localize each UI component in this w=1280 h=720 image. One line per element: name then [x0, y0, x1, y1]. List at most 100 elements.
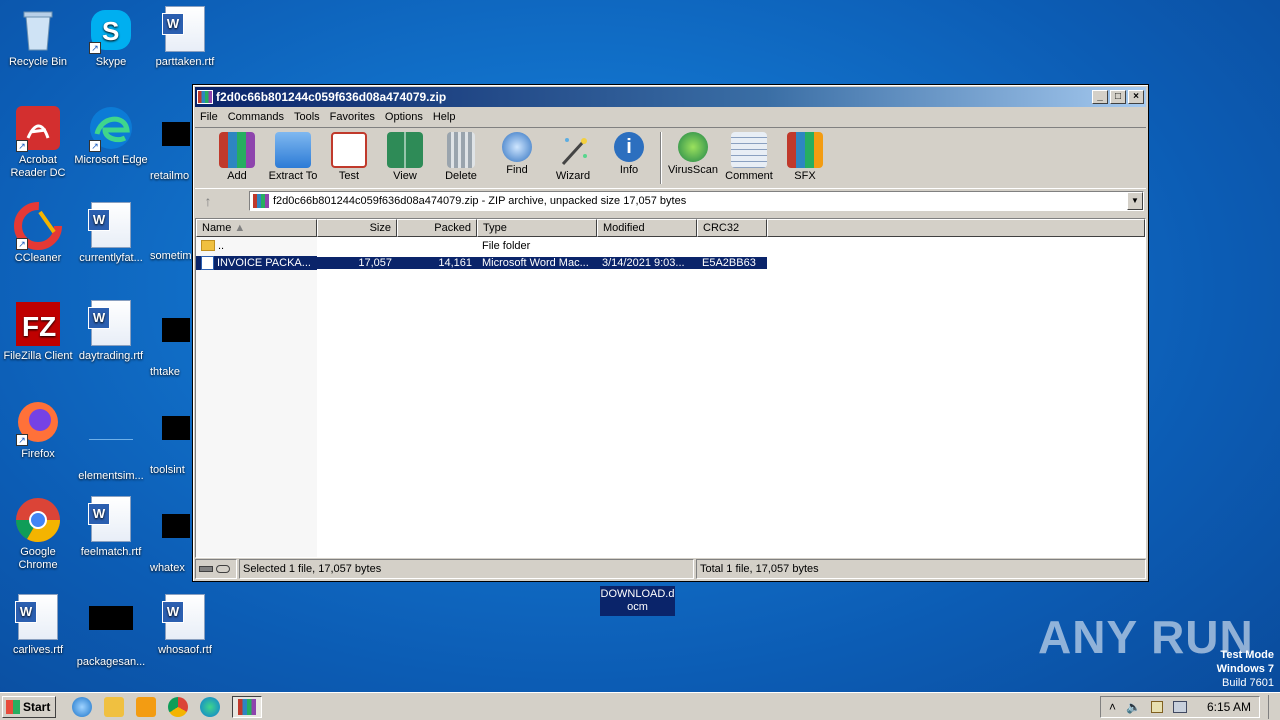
filezilla-icon: FZ: [14, 300, 62, 348]
desktop-icon-packagesan[interactable]: packagesan...: [73, 594, 149, 669]
desktop-icon-whosaof[interactable]: whosaof.rtf: [147, 594, 223, 657]
desktop-icon-recycle-bin[interactable]: Recycle Bin: [0, 6, 76, 69]
desktop-file-download-docm[interactable]: DOWNLOAD.d ocm: [600, 586, 675, 616]
word-doc-icon: [87, 300, 135, 348]
column-header-name[interactable]: Name ▲: [196, 219, 317, 237]
quick-launch: [72, 695, 262, 718]
desktop-icon-sometim[interactable]: sometim: [150, 202, 194, 263]
desktop-icon-toolsint[interactable]: toolsint: [150, 398, 194, 477]
desktop-icon-firefox[interactable]: ↗ Firefox: [0, 398, 76, 461]
desktop-icon-daytrading[interactable]: daytrading.rtf: [73, 300, 149, 363]
test-mode-line: Test Mode: [1220, 649, 1274, 661]
menu-file[interactable]: File: [195, 111, 223, 123]
desktop-icon-filezilla[interactable]: FZ FileZilla Client: [0, 300, 76, 363]
recycle-bin-icon: [14, 6, 62, 54]
blank-file-icon: [87, 420, 135, 468]
address-field[interactable]: f2d0c66b801244c059f636d08a474079.zip - Z…: [249, 191, 1144, 211]
address-text: f2d0c66b801244c059f636d08a474079.zip - Z…: [273, 195, 687, 207]
close-button[interactable]: ×: [1128, 90, 1144, 104]
desktop-icon-skype[interactable]: S ↗ Skype: [73, 6, 149, 69]
toolbar-extract-button[interactable]: Extract To: [265, 132, 321, 182]
drive-status-icon[interactable]: [195, 559, 237, 579]
toolbar: Add Extract To Test View Delete Find Wiz…: [195, 127, 1146, 189]
column-header-packed[interactable]: Packed: [397, 219, 477, 237]
action-center-flag-icon[interactable]: [1150, 700, 1163, 713]
desktop-icon-acrobat[interactable]: ↗ Acrobat Reader DC: [0, 104, 76, 180]
toolbar-info-button[interactable]: i Info: [601, 132, 657, 176]
clock[interactable]: 6:15 AM: [1207, 700, 1251, 714]
toolbar-add-button[interactable]: Add: [209, 132, 265, 182]
volume-icon[interactable]: 🔈: [1126, 700, 1141, 714]
firefox-icon: ↗: [14, 398, 62, 446]
virus-scan-icon: [678, 132, 708, 162]
table-row-parent-folder[interactable]: .. File folder: [196, 237, 1145, 254]
extract-folder-icon: [275, 132, 311, 168]
winrar-taskbar-button[interactable]: [232, 695, 262, 718]
show-desktop-button[interactable]: [1268, 694, 1280, 719]
tray-expand-icon[interactable]: ˄: [1109, 700, 1116, 714]
desktop-icon-retailmo[interactable]: retailmo: [150, 104, 194, 183]
toolbar-delete-button[interactable]: Delete: [433, 132, 489, 182]
desktop-icon-elementsim[interactable]: elementsim...: [73, 398, 149, 483]
word-doc-icon: [161, 6, 209, 54]
test-mode-notice: Test Mode Windows 7 Build 7601: [1217, 648, 1274, 690]
column-header-modified[interactable]: Modified: [597, 219, 697, 237]
toolbar-comment-button[interactable]: Comment: [721, 132, 777, 182]
up-folder-button[interactable]: ↑: [197, 191, 219, 211]
column-header-filler: [767, 219, 1145, 237]
desktop-icon-currentlyfat[interactable]: currentlyfat...: [73, 202, 149, 265]
menu-options[interactable]: Options: [380, 111, 428, 123]
maximize-button[interactable]: □: [1110, 90, 1126, 104]
skype-icon: S ↗: [87, 6, 135, 54]
desktop-icon-thtake[interactable]: thtake: [150, 300, 194, 379]
menu-help[interactable]: Help: [428, 111, 461, 123]
view-book-icon: [387, 132, 423, 168]
start-button[interactable]: Start: [2, 695, 56, 718]
minimize-button[interactable]: _: [1092, 90, 1108, 104]
toolbar-find-button[interactable]: Find: [489, 132, 545, 176]
toolbar-view-button[interactable]: View: [377, 132, 433, 182]
black-file-icon: [150, 416, 198, 464]
word-doc-icon: [14, 594, 62, 642]
desktop-icon-carlives[interactable]: carlives.rtf: [0, 594, 76, 657]
info-icon: i: [614, 132, 644, 162]
windows-logo-icon: [6, 699, 20, 714]
column-header-type[interactable]: Type: [477, 219, 597, 237]
table-row-invoice[interactable]: INVOICE PACKA... 17,057 14,161 Microsoft…: [196, 254, 1145, 271]
word-doc-icon: [87, 496, 135, 544]
edge-taskbar-icon[interactable]: [200, 696, 220, 717]
column-header-crc32[interactable]: CRC32: [697, 219, 767, 237]
column-header-size[interactable]: Size: [317, 219, 397, 237]
cell-packed: 14,161: [397, 256, 477, 269]
chrome-taskbar-icon[interactable]: [168, 696, 188, 717]
menu-favorites[interactable]: Favorites: [325, 111, 380, 123]
desktop-icon-parttaken[interactable]: parttaken.rtf: [147, 6, 223, 69]
list-header: Name ▲ Size Packed Type Modified CRC32: [196, 219, 1145, 237]
network-icon[interactable]: [1172, 700, 1187, 713]
chevron-down-icon[interactable]: ▼: [1127, 192, 1143, 210]
desktop-icon-whatex[interactable]: whatex: [150, 496, 194, 575]
toolbar-test-button[interactable]: Test: [321, 132, 377, 182]
toolbar-sfx-button[interactable]: SFX: [777, 132, 833, 182]
magnifier-icon: [502, 132, 532, 162]
acrobat-icon: ↗: [14, 104, 62, 152]
menu-commands[interactable]: Commands: [223, 111, 289, 123]
ie-icon[interactable]: [72, 696, 92, 717]
status-bar: Selected 1 file, 17,057 bytes Total 1 fi…: [195, 559, 1146, 579]
desktop-icon-chrome[interactable]: Google Chrome: [0, 496, 76, 572]
folder-icon: [201, 240, 215, 251]
cell-modified: 3/14/2021 9:03...: [597, 256, 697, 269]
explorer-folder-icon[interactable]: [104, 696, 124, 717]
desktop-icon-feelmatch[interactable]: feelmatch.rtf: [73, 496, 149, 559]
media-player-icon[interactable]: [136, 696, 156, 717]
word-doc-icon: [201, 255, 214, 270]
title-bar[interactable]: f2d0c66b801244c059f636d08a474079.zip _ □…: [195, 87, 1146, 107]
desktop-icon-edge[interactable]: ↗ Microsoft Edge: [73, 104, 149, 167]
desktop-icon-ccleaner[interactable]: ↗ CCleaner: [0, 202, 76, 265]
winrar-window: f2d0c66b801244c059f636d08a474079.zip _ □…: [192, 84, 1149, 582]
menu-tools[interactable]: Tools: [289, 111, 325, 123]
status-selected: Selected 1 file, 17,057 bytes: [239, 559, 694, 579]
toolbar-virusscan-button[interactable]: VirusScan: [665, 132, 721, 176]
toolbar-wizard-button[interactable]: Wizard: [545, 132, 601, 182]
ccleaner-icon: ↗: [14, 202, 62, 250]
